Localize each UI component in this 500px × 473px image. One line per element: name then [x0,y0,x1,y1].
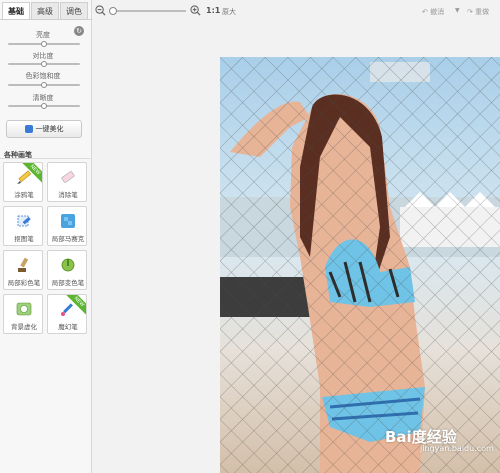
beautify-icon [24,125,33,133]
tab-divider [0,19,92,20]
photo-canvas[interactable] [220,57,500,473]
brightness-slider-knob[interactable] [41,41,47,47]
actual-size-button[interactable]: 原大 [222,7,236,17]
photo [220,57,500,473]
color-brush-icon [18,257,29,272]
section-divider [0,158,92,159]
brightness-label: 亮度 [36,31,50,39]
top-toolbar: 1:1 原大 ↶ 撤消 ▼ ↷ 重做 [92,0,500,24]
tool-background-blur[interactable]: 背景虚化 [3,294,43,334]
sharpness-slider-knob[interactable] [41,103,47,109]
contrast-slider-knob[interactable] [41,61,47,67]
contrast-label: 对比度 [32,52,54,60]
brightness-slider[interactable] [8,41,80,47]
tool-label: 涂鸦笔 [14,191,34,199]
magic-pen-icon [61,303,73,316]
beautify-label: 一键美化 [35,125,64,133]
tool-label: 局部变色笔 [51,279,85,287]
tab-color[interactable]: 调色 [60,2,88,20]
recolor-pen-icon [61,258,75,272]
tab-basic[interactable]: 基础 [2,2,30,20]
actual-size-ratio[interactable]: 1:1 [206,6,220,15]
tool-label: 局部马赛克 [51,235,85,243]
tool-label: 局部彩色笔 [7,279,41,287]
zoom-slider-knob[interactable] [109,7,117,15]
tool-doodle-pen[interactable]: NEW 涂鸦笔 [3,162,43,202]
blur-background-icon [16,302,32,316]
undo-history-dropdown-icon[interactable]: ▼ [455,7,460,14]
saturation-slider[interactable] [8,82,80,88]
tool-cutout-pen[interactable]: 抠图笔 [3,206,43,246]
undo-button[interactable]: ↶ 撤消 [422,7,444,17]
cutout-pen-icon [17,215,31,227]
one-click-beautify-button[interactable]: 一键美化 [6,120,82,138]
redo-button[interactable]: ↷ 重做 [467,7,489,17]
tool-label: 抠图笔 [14,235,34,243]
tab-advanced[interactable]: 高级 [31,2,59,20]
tool-eraser-pen[interactable]: 消除笔 [47,162,87,202]
contrast-slider[interactable] [8,61,80,67]
left-panel: 基础 高级 调色 ↻ 亮度 对比度 色彩饱和度 清晰度 一键美化 各种画笔 NE… [0,0,92,473]
zoom-slider[interactable] [109,7,186,15]
mosaic-icon [61,214,75,228]
zoom-out-icon[interactable] [95,5,106,16]
tool-label: 魔幻笔 [58,323,78,331]
tool-label: 消除笔 [58,191,78,199]
pencil-icon [17,170,32,184]
sharpness-slider[interactable] [8,103,80,109]
saturation-label: 色彩饱和度 [25,72,61,80]
tool-label: 背景虚化 [11,323,37,331]
sharpness-label: 清晰度 [32,94,54,102]
tool-mosaic[interactable]: 局部马赛克 [47,206,87,246]
eraser-icon [61,171,75,183]
tool-magic-pen[interactable]: NEW 魔幻笔 [47,294,87,334]
tool-partial-color-brush[interactable]: 局部彩色笔 [3,250,43,290]
tool-partial-recolor-pen[interactable]: 局部变色笔 [47,250,87,290]
redo-label: 重做 [475,8,490,16]
watermark-url: jingyan.baidu.com [420,444,494,453]
zoom-in-icon[interactable] [190,5,201,16]
undo-label: 撤消 [430,8,445,16]
saturation-slider-knob[interactable] [41,82,47,88]
